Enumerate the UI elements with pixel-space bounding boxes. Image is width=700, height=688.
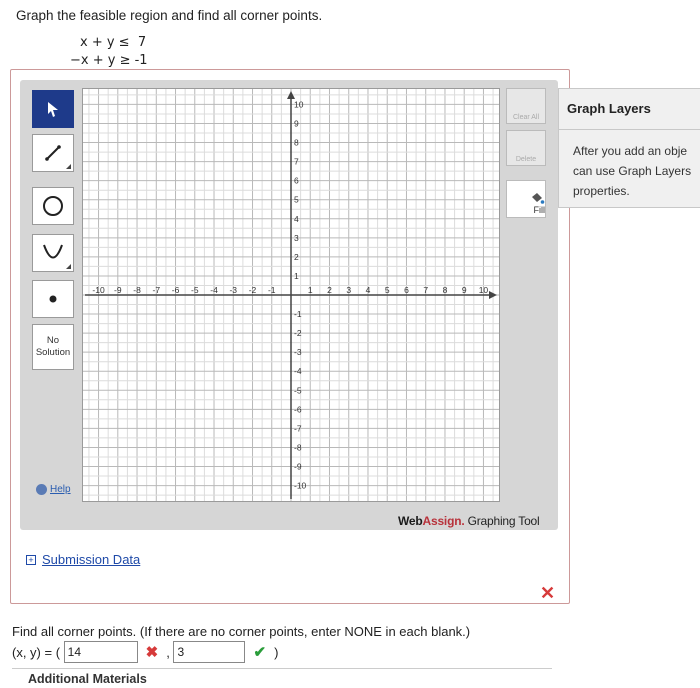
brand-tool-name: Graphing Tool bbox=[464, 514, 540, 528]
circle-tool-button[interactable] bbox=[32, 187, 74, 225]
correct-check-icon: ✔ bbox=[253, 644, 267, 661]
parabola-tool-button[interactable] bbox=[32, 234, 74, 272]
tool-options-icon bbox=[66, 164, 71, 169]
brand-web: Web bbox=[398, 514, 423, 528]
clear-all-label: Clear All bbox=[512, 114, 540, 121]
x-tick-label: -10 bbox=[92, 285, 105, 295]
x-tick-label: 9 bbox=[462, 285, 467, 295]
x-tick-label: 2 bbox=[327, 285, 332, 295]
graph-layers-title: Graph Layers bbox=[567, 101, 651, 116]
y-tick-label: -7 bbox=[294, 423, 302, 433]
x-tick-label: -6 bbox=[172, 285, 180, 295]
graph-layers-line-3: properties. bbox=[573, 184, 630, 198]
submission-data-label: Submission Data bbox=[42, 552, 141, 567]
incorrect-icon: ✖ bbox=[145, 644, 159, 661]
expand-icon: + bbox=[26, 554, 36, 565]
y-tick-label: -9 bbox=[294, 462, 302, 472]
y-tick-label: 3 bbox=[294, 233, 299, 243]
fill-bucket-icon bbox=[532, 193, 545, 204]
point-tool-button[interactable] bbox=[32, 280, 74, 318]
y-tick-label: -5 bbox=[294, 385, 302, 395]
x-tick-label: -7 bbox=[153, 285, 161, 295]
point-icon bbox=[49, 295, 57, 303]
y-tick-label: 4 bbox=[294, 214, 299, 224]
x-answer-input[interactable]: 14 bbox=[63, 641, 138, 663]
y-tick-label: -10 bbox=[294, 481, 307, 491]
delete-button[interactable]: Delete bbox=[506, 130, 546, 166]
y-tick-label: -4 bbox=[294, 366, 302, 376]
incorrect-mark-icon: ✕ bbox=[540, 583, 556, 603]
help-label: Help bbox=[50, 484, 71, 495]
webassign-brand: WebAssign. Graphing Tool bbox=[398, 514, 540, 528]
line-tool-button[interactable] bbox=[32, 134, 74, 172]
y-tick-label: -1 bbox=[294, 309, 302, 319]
x-tick-label: 6 bbox=[404, 285, 409, 295]
x-tick-label: -2 bbox=[249, 285, 257, 295]
x-tick-label: 3 bbox=[346, 285, 351, 295]
answer-prefix: (x, y) = ( bbox=[12, 644, 61, 660]
delete-label: Delete bbox=[515, 156, 537, 163]
y-tick-label: -2 bbox=[294, 328, 302, 338]
parabola-icon bbox=[43, 244, 63, 259]
fill-label: Fill bbox=[533, 205, 546, 215]
x-tick-label: 4 bbox=[366, 285, 371, 295]
question-prompt: Graph the feasible region and find all c… bbox=[16, 8, 323, 23]
pointer-icon bbox=[48, 102, 58, 117]
y-tick-label: 2 bbox=[294, 252, 299, 262]
x-tick-label: 5 bbox=[385, 285, 390, 295]
answer-separator: , bbox=[166, 644, 170, 660]
submission-data-link[interactable]: + Submission Data bbox=[26, 552, 140, 567]
coordinate-plane[interactable]: -10 -9 -8 -7 -6 -5 -4 -3 -2 -1 1 2 3 4 5 6 7 8 9 10 10 9 8 7 6 5 4… bbox=[83, 89, 499, 501]
answer-row: (x, y) = ( 14 ✖ , 3 ✔ ) bbox=[12, 641, 278, 663]
answer-suffix: ) bbox=[274, 644, 279, 660]
x-tick-label: 8 bbox=[443, 285, 448, 295]
y-tick-label: 5 bbox=[294, 195, 299, 205]
x-tick-label: -4 bbox=[210, 285, 218, 295]
y-tick-label: -6 bbox=[294, 404, 302, 414]
no-solution-label-1: No bbox=[46, 335, 60, 346]
x-tick-label: 7 bbox=[423, 285, 428, 295]
no-solution-button[interactable]: No Solution bbox=[32, 324, 74, 370]
y-tick-label: 6 bbox=[294, 176, 299, 186]
inequality-2: −x + y ≥ -1 bbox=[70, 53, 148, 68]
y-tick-label: 10 bbox=[294, 99, 304, 109]
graph-layers-line-2: can use Graph Layers bbox=[573, 164, 692, 178]
y-tick-label: 9 bbox=[294, 118, 299, 128]
graph-canvas[interactable]: -10 -9 -8 -7 -6 -5 -4 -3 -2 -1 1 2 3 4 5 6 7 8 9 10 10 9 8 7 6 5 4… bbox=[82, 88, 500, 502]
x-tick-label: -1 bbox=[268, 285, 276, 295]
divider bbox=[12, 668, 552, 669]
brand-assign: Assign. bbox=[422, 514, 465, 528]
no-solution-label-2: Solution bbox=[35, 347, 71, 358]
circle-icon bbox=[43, 196, 63, 216]
divider bbox=[559, 129, 700, 130]
graph-layers-line-1: After you add an obje bbox=[573, 144, 688, 158]
right-toolbar: Clear All Delete Fill bbox=[504, 88, 548, 508]
x-tick-label: -8 bbox=[133, 285, 141, 295]
y-tick-label: -3 bbox=[294, 347, 302, 357]
y-answer-input[interactable]: 3 bbox=[173, 641, 246, 663]
x-tick-label: -5 bbox=[191, 285, 199, 295]
tool-options-icon bbox=[66, 264, 71, 269]
x-tick-label: -9 bbox=[114, 285, 122, 295]
fill-button[interactable]: Fill bbox=[506, 180, 546, 218]
inequality-1: x + y ≤ 7 bbox=[80, 35, 147, 50]
x-tick-label: -3 bbox=[229, 285, 237, 295]
line-icon bbox=[45, 145, 61, 161]
pointer-tool-button[interactable] bbox=[32, 90, 74, 128]
y-tick-label: -8 bbox=[294, 442, 302, 452]
additional-materials-heading: Additional Materials bbox=[28, 672, 147, 686]
help-icon bbox=[36, 484, 47, 495]
help-link[interactable]: Help bbox=[36, 484, 71, 495]
tool-column: No Solution bbox=[32, 90, 74, 500]
corner-points-question: Find all corner points. (If there are no… bbox=[12, 624, 471, 639]
graph-layers-help: After you add an obje can use Graph Laye… bbox=[573, 141, 700, 201]
x-tick-label: 1 bbox=[308, 285, 313, 295]
graph-layers-panel: Graph Layers After you add an obje can u… bbox=[558, 88, 700, 208]
y-tick-label: 1 bbox=[294, 271, 299, 281]
y-tick-label: 8 bbox=[294, 138, 299, 148]
clear-all-button[interactable]: Clear All bbox=[506, 88, 546, 124]
x-tick-label: 10 bbox=[479, 285, 489, 295]
y-tick-label: 7 bbox=[294, 157, 299, 167]
